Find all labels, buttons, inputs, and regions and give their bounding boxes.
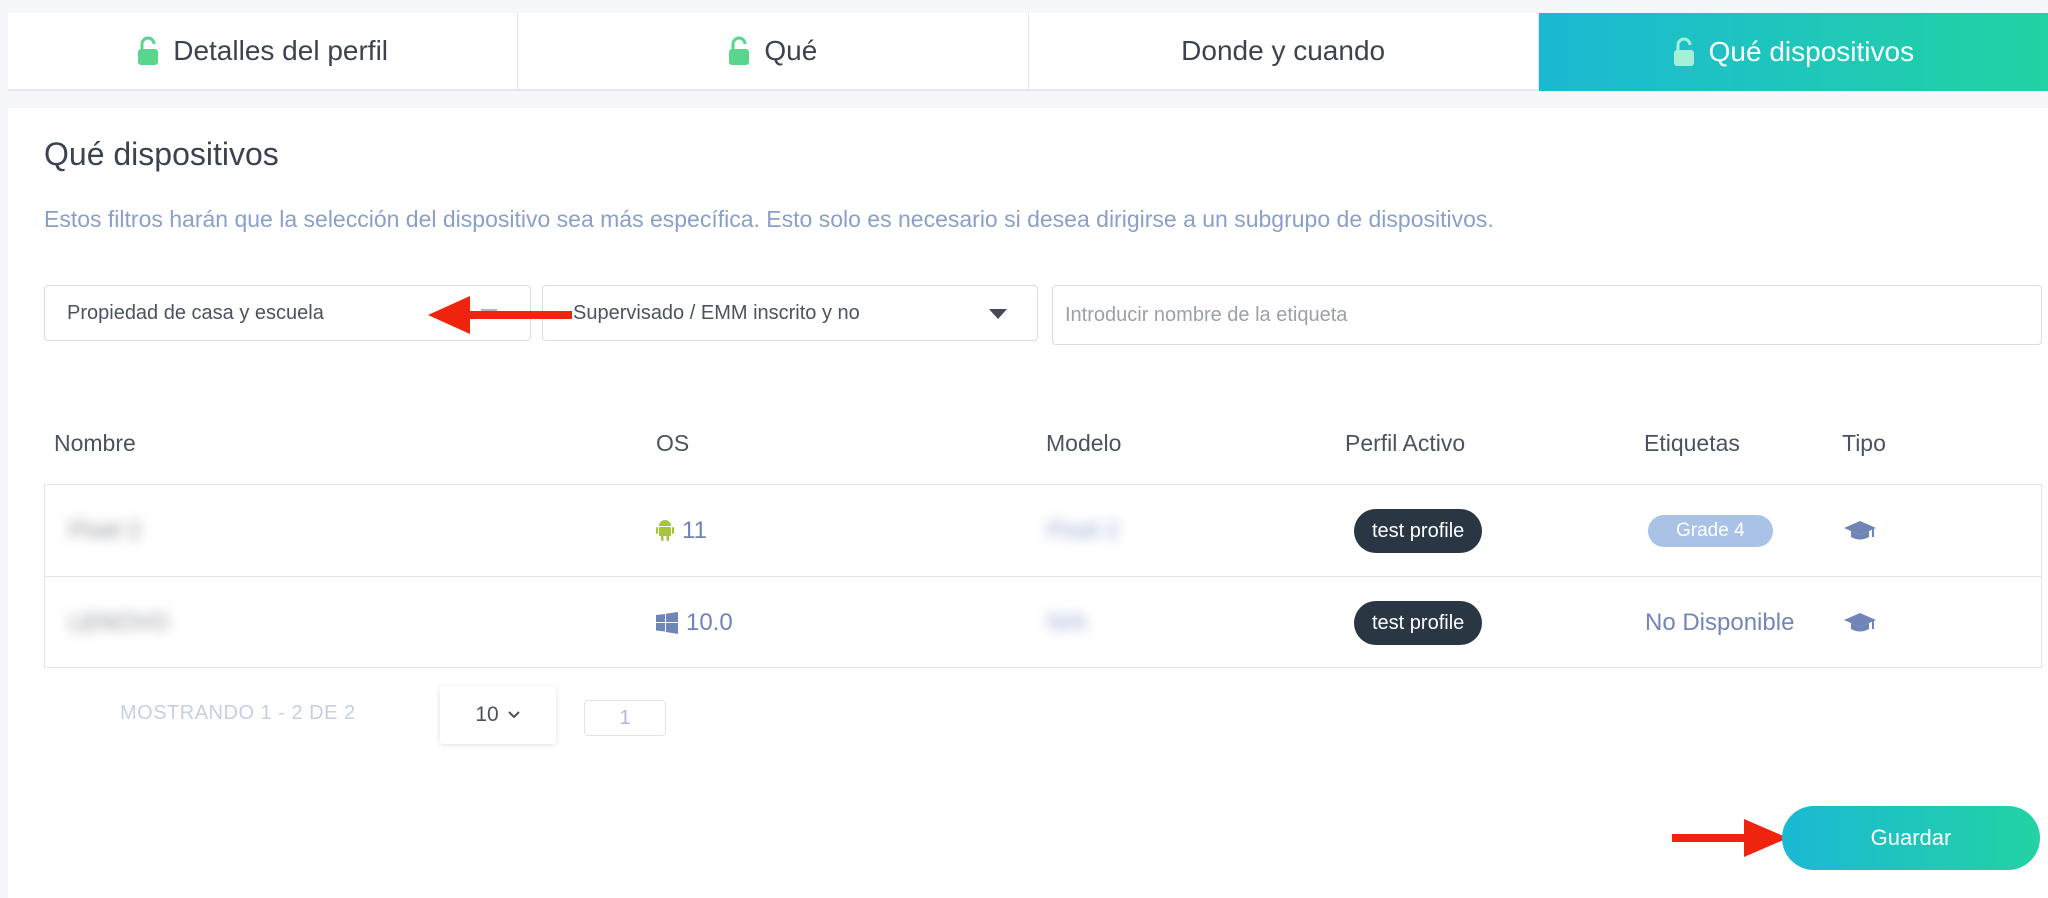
tag-badge: Grade 4 — [1648, 515, 1773, 547]
lock-open-icon — [1673, 37, 1694, 66]
table-row[interactable]: Pixel 2 11 Pixel 2 test profile Grade 4 — [45, 485, 2041, 577]
tab-label: Qué — [764, 35, 818, 66]
tab-where-when[interactable]: Donde y cuando — [1028, 13, 1539, 91]
column-header-tags[interactable]: Etiquetas — [1644, 430, 1740, 457]
annotation-arrow-icon — [428, 296, 572, 334]
device-model: N/A — [1047, 609, 1088, 636]
device-os: 11 — [656, 485, 707, 577]
current-page-button[interactable]: 1 — [584, 700, 666, 736]
tab-label: Detalles del perfil — [173, 35, 389, 66]
caret-down-icon — [989, 309, 1007, 319]
active-profile-badge[interactable]: test profile — [1354, 601, 1483, 645]
section-title: Qué dispositivos — [44, 136, 279, 172]
device-type — [1843, 577, 1877, 669]
save-button[interactable]: Guardar — [1782, 806, 2040, 870]
os-version: 10.0 — [686, 609, 733, 636]
supervision-select-value: Supervisado / EMM inscrito y no — [573, 301, 860, 324]
android-icon — [656, 520, 674, 541]
active-profile: test profile — [1354, 577, 1483, 669]
tab-label: Qué dispositivos — [1708, 36, 1915, 67]
graduation-cap-icon — [1844, 613, 1876, 632]
column-header-model[interactable]: Modelo — [1046, 430, 1121, 457]
tab-profile-details[interactable]: Detalles del perfil — [8, 13, 519, 91]
devices-table: Pixel 2 11 Pixel 2 test profile Grade 4 — [44, 484, 2042, 668]
tags-unavailable: No Disponible — [1645, 609, 1795, 636]
device-tags: No Disponible — [1645, 577, 1794, 669]
devices-card: Qué dispositivos Estos filtros harán que… — [8, 108, 2048, 898]
supervision-select[interactable]: Supervisado / EMM inscrito y no — [542, 285, 1038, 341]
column-header-name[interactable]: Nombre — [54, 430, 136, 457]
device-name: Pixel 2 — [69, 517, 142, 544]
windows-icon — [656, 612, 678, 634]
device-type — [1843, 485, 1877, 577]
lock-open-icon — [138, 36, 159, 65]
os-version: 11 — [682, 517, 707, 544]
tab-bar: Detalles del perfil Qué Donde y cuando Q… — [8, 13, 2048, 91]
section-description: Estos filtros harán que la selección del… — [44, 206, 1494, 232]
lock-open-icon — [729, 36, 750, 65]
pagination-summary: MOSTRANDO 1 - 2 DE 2 — [120, 702, 356, 724]
column-header-os[interactable]: OS — [656, 430, 689, 457]
tab-which-devices[interactable]: Qué dispositivos — [1538, 13, 2048, 91]
per-page-select[interactable]: 10 — [440, 686, 556, 744]
chevron-down-icon — [507, 711, 520, 719]
device-name: LENOVO — [69, 609, 170, 636]
device-model: Pixel 2 — [1047, 517, 1120, 544]
annotation-arrow-icon — [1672, 819, 1788, 857]
device-tags: Grade 4 — [1648, 485, 1773, 577]
active-profile-badge[interactable]: test profile — [1354, 509, 1483, 553]
column-header-type[interactable]: Tipo — [1842, 430, 1886, 457]
ownership-select-value: Propiedad de casa y escuela — [67, 301, 324, 324]
table-row[interactable]: LENOVO 10.0 N/A test profile No Disponib… — [45, 577, 2041, 669]
graduation-cap-icon — [1844, 521, 1876, 540]
tab-label: Donde y cuando — [1181, 35, 1386, 66]
device-os: 10.0 — [656, 577, 733, 669]
column-header-active-profile[interactable]: Perfil Activo — [1345, 430, 1465, 457]
tag-name-input[interactable] — [1052, 285, 2042, 345]
tab-what[interactable]: Qué — [518, 13, 1029, 91]
per-page-value: 10 — [475, 703, 499, 726]
active-profile: test profile — [1354, 485, 1483, 577]
